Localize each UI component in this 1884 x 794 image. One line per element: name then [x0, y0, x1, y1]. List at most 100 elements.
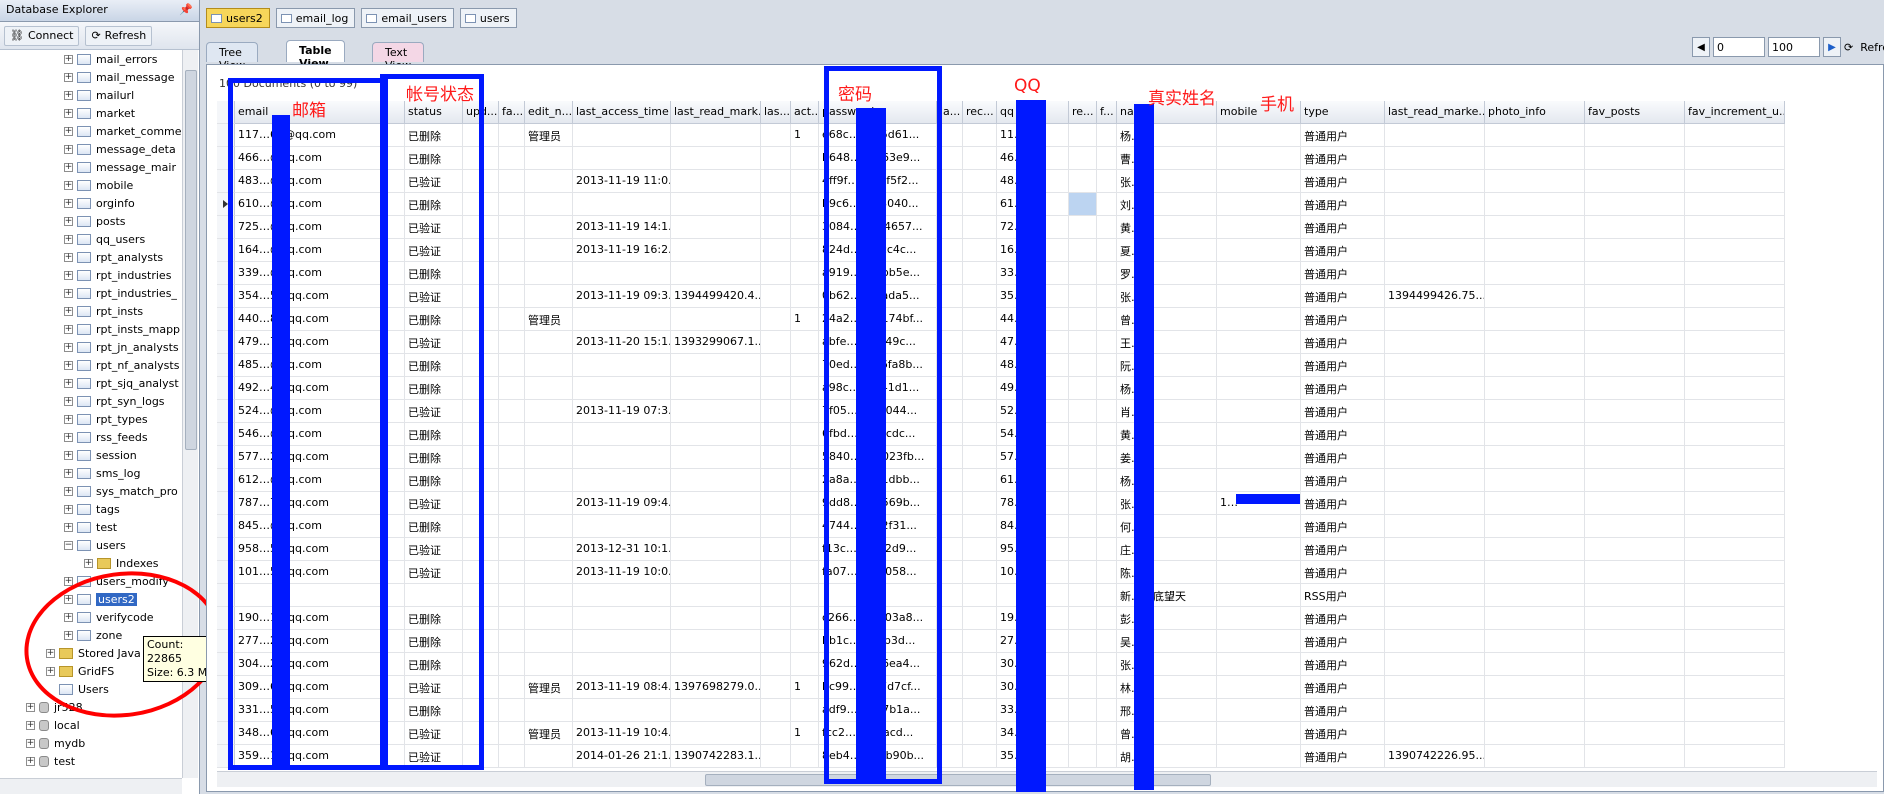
- table-cell[interactable]: [1485, 400, 1585, 423]
- expand-icon[interactable]: +: [64, 108, 73, 118]
- table-cell[interactable]: 7f05…a879044...: [819, 400, 937, 423]
- table-cell[interactable]: 已删除: [405, 308, 463, 331]
- table-cell[interactable]: [463, 584, 499, 607]
- table-cell[interactable]: [1485, 722, 1585, 745]
- tree-node[interactable]: + test: [64, 518, 117, 536]
- table-cell[interactable]: 479…7@qq.com: [235, 331, 405, 354]
- table-cell[interactable]: [1217, 515, 1301, 538]
- table-cell[interactable]: [1097, 216, 1117, 239]
- table-cell[interactable]: [671, 515, 761, 538]
- table-cell[interactable]: [937, 584, 963, 607]
- table-cell[interactable]: [499, 216, 525, 239]
- table-cell[interactable]: [1217, 216, 1301, 239]
- table-cell[interactable]: 已删除: [405, 515, 463, 538]
- table-cell[interactable]: [525, 423, 573, 446]
- table-cell[interactable]: 黄…: [1117, 216, 1217, 239]
- table-cell[interactable]: [761, 170, 791, 193]
- table-cell[interactable]: [937, 446, 963, 469]
- table-cell[interactable]: [463, 377, 499, 400]
- table-cell[interactable]: 2013-11-19 09:3...: [573, 285, 671, 308]
- table-cell[interactable]: [573, 423, 671, 446]
- table-cell[interactable]: [937, 676, 963, 699]
- table-cell[interactable]: [1069, 699, 1097, 722]
- table-cell[interactable]: [1685, 216, 1785, 239]
- table-cell[interactable]: [1069, 515, 1097, 538]
- table-cell[interactable]: [1585, 124, 1685, 147]
- table-cell[interactable]: [1385, 216, 1485, 239]
- table-cell[interactable]: 485…@qq.com: [235, 354, 405, 377]
- table-cell[interactable]: [963, 193, 997, 216]
- table-cell[interactable]: [761, 446, 791, 469]
- table-cell[interactable]: [499, 239, 525, 262]
- table-cell[interactable]: [671, 607, 761, 630]
- table-cell[interactable]: [1069, 124, 1097, 147]
- table-cell[interactable]: [235, 584, 405, 607]
- table-cell[interactable]: [671, 124, 761, 147]
- table-cell[interactable]: [761, 124, 791, 147]
- table-cell[interactable]: [1485, 423, 1585, 446]
- table-cell[interactable]: [791, 354, 819, 377]
- table-cell[interactable]: [573, 147, 671, 170]
- table-cell[interactable]: 已删除: [405, 147, 463, 170]
- table-cell[interactable]: [671, 216, 761, 239]
- table-cell[interactable]: [1385, 193, 1485, 216]
- table-cell[interactable]: [573, 124, 671, 147]
- expand-icon[interactable]: +: [64, 360, 73, 370]
- table-cell[interactable]: [1385, 400, 1485, 423]
- table-cell[interactable]: [463, 331, 499, 354]
- table-cell[interactable]: [573, 377, 671, 400]
- pin-icon[interactable]: 📌: [179, 3, 193, 16]
- column-header[interactable]: photo_info: [1485, 101, 1585, 124]
- table-cell[interactable]: [1385, 653, 1485, 676]
- expand-icon[interactable]: +: [64, 306, 73, 316]
- table-cell[interactable]: [1585, 377, 1685, 400]
- table-cell[interactable]: [1485, 193, 1585, 216]
- table-cell[interactable]: [1097, 676, 1117, 699]
- table-cell[interactable]: [1217, 607, 1301, 630]
- table-cell[interactable]: 已验证: [405, 722, 463, 745]
- table-cell[interactable]: [1585, 239, 1685, 262]
- table-cell[interactable]: [525, 630, 573, 653]
- table-cell[interactable]: [791, 262, 819, 285]
- table-cell[interactable]: 30…876: [997, 676, 1069, 699]
- table-cell[interactable]: [761, 492, 791, 515]
- table-cell[interactable]: [1585, 308, 1685, 331]
- table-cell[interactable]: 8eb4…4df6b90b...: [819, 745, 937, 768]
- table-cell[interactable]: [499, 653, 525, 676]
- table-cell[interactable]: [463, 354, 499, 377]
- table-cell[interactable]: 61…94: [997, 469, 1069, 492]
- table-cell[interactable]: a98c…57941d1...: [819, 377, 937, 400]
- expand-icon[interactable]: +: [64, 522, 73, 532]
- tree-node[interactable]: + mail_message: [64, 68, 175, 86]
- table-cell[interactable]: [963, 676, 997, 699]
- table-cell[interactable]: [1585, 607, 1685, 630]
- expand-icon[interactable]: +: [46, 666, 55, 676]
- table-cell[interactable]: [963, 446, 997, 469]
- table-cell[interactable]: 725…@qq.com: [235, 216, 405, 239]
- table-cell[interactable]: [761, 262, 791, 285]
- column-header[interactable]: rec...: [963, 101, 997, 124]
- table-cell[interactable]: 管理员: [525, 308, 573, 331]
- table-cell[interactable]: 普通用户: [1301, 538, 1385, 561]
- expand-icon[interactable]: +: [64, 612, 73, 622]
- table-cell[interactable]: [761, 400, 791, 423]
- table-cell[interactable]: 348…6@qq.com: [235, 722, 405, 745]
- table-cell[interactable]: [963, 262, 997, 285]
- table-cell[interactable]: [1097, 354, 1117, 377]
- table-cell[interactable]: [761, 699, 791, 722]
- table-cell[interactable]: adf9…61af7b1a...: [819, 699, 937, 722]
- tree-node[interactable]: + GridFS: [46, 662, 114, 680]
- table-cell[interactable]: 1394499420.4...: [671, 285, 761, 308]
- table-cell[interactable]: [1217, 446, 1301, 469]
- table-cell[interactable]: [1585, 515, 1685, 538]
- table-cell[interactable]: [463, 676, 499, 699]
- row-marker[interactable]: [217, 469, 235, 492]
- table-cell[interactable]: [1685, 699, 1785, 722]
- row-marker[interactable]: [217, 308, 235, 331]
- table-cell[interactable]: 普通用户: [1301, 124, 1385, 147]
- table-cell[interactable]: [1069, 285, 1097, 308]
- table-cell[interactable]: [1217, 745, 1301, 768]
- table-cell[interactable]: 普通用户: [1301, 377, 1385, 400]
- row-marker[interactable]: [217, 147, 235, 170]
- table-cell[interactable]: 2013-11-20 15:1...: [573, 331, 671, 354]
